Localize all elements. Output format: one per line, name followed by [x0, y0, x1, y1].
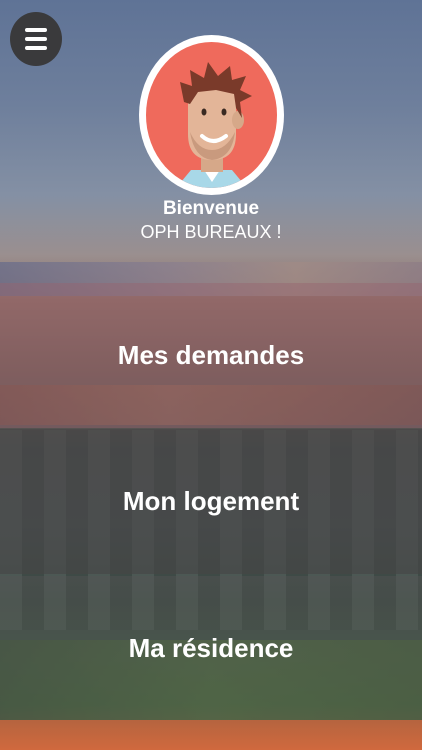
nav-item-ma-residence[interactable]: Ma résidence: [0, 576, 422, 721]
avatar: [139, 35, 284, 195]
welcome-greeting: Bienvenue: [162, 198, 260, 219]
nav-item-mon-logement[interactable]: Mon logement: [0, 429, 422, 574]
menu-button[interactable]: [10, 12, 62, 66]
bottom-accent-strip: [0, 720, 422, 750]
hamburger-icon: [25, 46, 47, 50]
nav-item-mes-demandes[interactable]: Mes demandes: [0, 283, 422, 428]
hamburger-icon: [25, 37, 47, 41]
avatar-illustration: [146, 42, 277, 188]
welcome-user-name: OPH BUREAUX !: [140, 222, 282, 242]
cartoon-man-avatar-icon: [176, 62, 252, 188]
hamburger-icon: [25, 28, 47, 32]
